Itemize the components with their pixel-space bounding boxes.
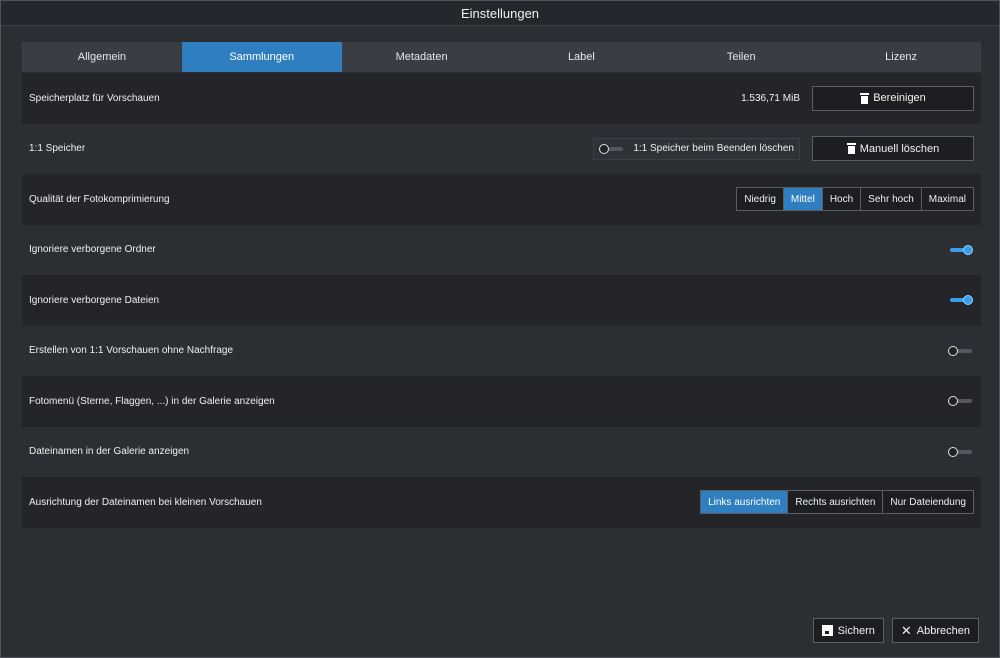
one-to-one-label: 1:1 Speicher <box>29 143 86 155</box>
manual-delete-button-label: Manuell löschen <box>859 142 940 155</box>
hidden-folders-row: Ignoriere verborgene Ordner <box>22 224 981 275</box>
compression-option-mittel[interactable]: Mittel <box>783 188 823 211</box>
filenames-label: Dateinamen in der Galerie anzeigen <box>29 446 190 458</box>
compression-option-hoch[interactable]: Hoch <box>822 188 862 211</box>
hidden-folders-toggle[interactable] <box>948 244 974 256</box>
delete-on-exit-label: 1:1 Speicher beim Beenden löschen <box>633 143 794 155</box>
tab-lizenz[interactable]: Lizenz <box>821 42 981 72</box>
auto-previews-toggle[interactable] <box>948 345 974 357</box>
hidden-folders-label: Ignoriere verborgene Ordner <box>29 244 156 256</box>
tab-metadaten[interactable]: Metadaten <box>342 42 502 72</box>
trash-icon <box>860 92 870 104</box>
compression-option-sehr-hoch[interactable]: Sehr hoch <box>861 188 922 211</box>
preview-storage-label: Speicherplatz für Vorschauen <box>29 92 160 104</box>
alignment-row: Ausrichtung der Dateinamen bei kleinen V… <box>22 477 981 528</box>
auto-previews-row: Erstellen von 1:1 Vorschauen ohne Nachfr… <box>22 325 981 376</box>
tab-bar: Allgemein Sammlungen Metadaten Label Tei… <box>22 42 981 72</box>
filenames-toggle[interactable] <box>948 446 974 458</box>
close-icon: ✕ <box>900 623 912 638</box>
alignment-option-extension[interactable]: Nur Dateiendung <box>883 491 973 514</box>
window-title: Einstellungen <box>460 5 540 21</box>
tab-label[interactable]: Label <box>501 42 661 72</box>
auto-previews-label: Erstellen von 1:1 Vorschauen ohne Nachfr… <box>29 345 234 357</box>
save-button-label: Sichern <box>837 624 875 637</box>
alignment-option-right[interactable]: Rechts ausrichten <box>788 491 884 514</box>
compression-selector: Niedrig Mittel Hoch Sehr hoch Maximal <box>736 187 974 212</box>
compression-label: Qualität der Fotokomprimierung <box>29 193 170 205</box>
settings-dialog: Einstellungen Allgemein Sammlungen Metad… <box>0 0 1000 658</box>
one-to-one-row: 1:1 Speicher 1:1 Speicher beim Beenden l… <box>22 123 981 174</box>
dialog-footer: Sichern ✕ Abbrechen <box>812 618 979 643</box>
photo-menu-toggle[interactable] <box>948 395 974 407</box>
alignment-option-left[interactable]: Links ausrichten <box>701 491 789 514</box>
settings-list: Speicherplatz für Vorschauen 1.536,71 Mi… <box>22 73 981 528</box>
delete-on-exit-toggle-group: 1:1 Speicher beim Beenden löschen <box>593 137 800 160</box>
save-button[interactable]: Sichern <box>812 618 884 643</box>
photo-menu-row: Fotomenü (Sterne, Flaggen, ...) in der G… <box>22 376 981 427</box>
title-bar: Einstellungen <box>1 1 999 26</box>
cancel-button[interactable]: ✕ Abbrechen <box>891 618 979 643</box>
hidden-files-toggle[interactable] <box>948 294 974 306</box>
photo-menu-label: Fotomenü (Sterne, Flaggen, ...) in der G… <box>29 395 275 407</box>
alignment-selector: Links ausrichten Rechts ausrichten Nur D… <box>700 490 974 515</box>
delete-on-exit-toggle[interactable] <box>599 143 625 155</box>
tab-allgemein[interactable]: Allgemein <box>22 42 182 72</box>
manual-delete-button[interactable]: Manuell löschen <box>812 136 974 162</box>
compression-row: Qualität der Fotokomprimierung Niedrig M… <box>22 174 981 225</box>
cleanup-button-label: Bereinigen <box>873 92 926 105</box>
save-icon <box>821 625 833 636</box>
compression-option-maximal[interactable]: Maximal <box>921 188 973 211</box>
tab-teilen[interactable]: Teilen <box>661 42 821 72</box>
trash-icon <box>846 143 856 155</box>
alignment-label: Ausrichtung der Dateinamen bei kleinen V… <box>29 496 262 508</box>
compression-option-niedrig[interactable]: Niedrig <box>737 188 784 211</box>
tab-sammlungen[interactable]: Sammlungen <box>181 42 342 72</box>
preview-storage-row: Speicherplatz für Vorschauen 1.536,71 Mi… <box>22 73 981 124</box>
cleanup-button[interactable]: Bereinigen <box>812 85 974 111</box>
preview-storage-value: 1.536,71 MiB <box>741 92 800 104</box>
hidden-files-row: Ignoriere verborgene Dateien <box>22 275 981 326</box>
hidden-files-label: Ignoriere verborgene Dateien <box>29 294 160 306</box>
cancel-button-label: Abbrechen <box>916 624 970 637</box>
filenames-row: Dateinamen in der Galerie anzeigen <box>22 426 981 477</box>
